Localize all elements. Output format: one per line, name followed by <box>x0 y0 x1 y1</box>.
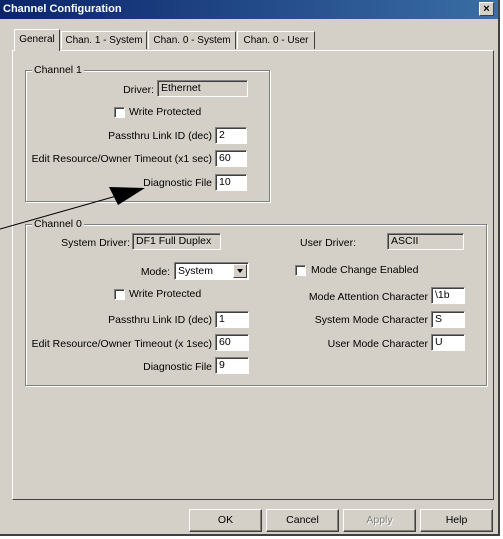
channel1-timeout-input[interactable]: 60 <box>215 150 247 167</box>
channel-configuration-dialog: Channel Configuration × General Chan. 1 … <box>0 0 500 536</box>
tab-general[interactable]: General <box>14 29 60 51</box>
channel1-driver-label: Driver: <box>123 84 154 96</box>
channel0-system-driver-label: System Driver: <box>61 237 130 249</box>
channel0-mode-label: Mode: <box>140 266 170 278</box>
channel1-passthru-input[interactable]: 2 <box>215 127 247 144</box>
channel0-system-driver-field: DF1 Full Duplex <box>132 233 221 250</box>
channel0-diag-label: Diagnostic File <box>143 361 212 373</box>
channel0-mode-value: System <box>178 265 214 277</box>
channel0-system-mode-char-label: System Mode Character <box>314 314 428 326</box>
channel1-diag-label: Diagnostic File <box>143 177 212 189</box>
channel0-group-label: Channel 0 <box>32 218 84 230</box>
channel1-write-protected-checkbox[interactable] <box>114 107 125 118</box>
apply-button[interactable]: Apply <box>343 509 416 532</box>
channel1-driver-field: Ethernet <box>157 80 248 97</box>
channel1-diag-input[interactable]: 10 <box>215 174 247 191</box>
channel0-mode-select[interactable]: System <box>174 262 249 280</box>
title-bar[interactable]: Channel Configuration × <box>0 0 498 19</box>
channel0-mode-change-label: Mode Change Enabled <box>311 264 419 276</box>
window-title: Channel Configuration <box>3 3 122 15</box>
channel0-mode-attention-label: Mode Attention Character <box>308 291 428 303</box>
channel0-timeout-input[interactable]: 60 <box>215 334 249 351</box>
chevron-down-icon[interactable] <box>233 264 247 278</box>
channel0-passthru-label: Passthru Link ID (dec) <box>108 314 212 326</box>
channel0-diag-input[interactable]: 9 <box>215 357 249 374</box>
channel0-write-protected-checkbox[interactable] <box>114 289 125 300</box>
tab-chan1-system[interactable]: Chan. 1 - System <box>61 31 147 49</box>
channel0-system-mode-char-input[interactable]: S <box>431 311 465 328</box>
channel0-mode-change-checkbox[interactable] <box>295 265 306 276</box>
help-button[interactable]: Help <box>420 509 493 532</box>
cancel-button[interactable]: Cancel <box>266 509 339 532</box>
tab-chan0-system[interactable]: Chan. 0 - System <box>148 31 236 49</box>
channel0-user-driver-field: ASCII <box>387 233 464 250</box>
channel0-passthru-input[interactable]: 1 <box>215 311 249 328</box>
channel0-timeout-label: Edit Resource/Owner Timeout (x 1sec) <box>31 338 212 350</box>
channel1-timeout-label: Edit Resource/Owner Timeout (x1 sec) <box>31 153 212 165</box>
channel0-write-protected-label: Write Protected <box>129 288 202 300</box>
channel0-user-mode-char-input[interactable]: U <box>431 334 465 351</box>
channel0-user-driver-label: User Driver: <box>300 237 357 249</box>
tab-chan0-user[interactable]: Chan. 0 - User <box>237 31 315 49</box>
channel0-user-mode-char-label: User Mode Character <box>327 338 428 350</box>
channel1-group-label: Channel 1 <box>32 64 84 76</box>
channel1-write-protected-label: Write Protected <box>129 106 202 118</box>
channel0-mode-attention-input[interactable]: \1b <box>431 287 465 304</box>
ok-button[interactable]: OK <box>189 509 262 532</box>
channel1-passthru-label: Passthru Link ID (dec) <box>108 130 212 142</box>
close-button[interactable]: × <box>479 2 494 16</box>
